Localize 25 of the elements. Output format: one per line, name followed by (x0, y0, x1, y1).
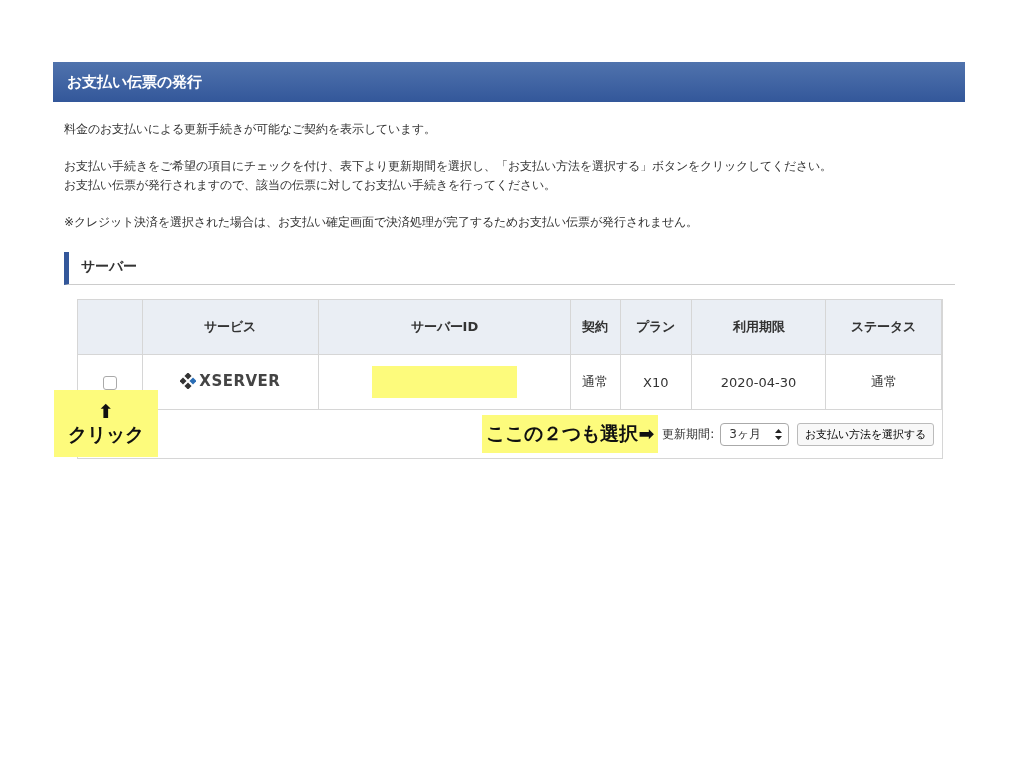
table-cell: X10 (643, 374, 669, 390)
table-cell: 通常 (870, 374, 897, 389)
column-header: 契約 (570, 299, 620, 355)
column-header: サービス (142, 299, 319, 355)
column-header: ステータス (825, 299, 942, 355)
page-header: お支払い伝票の発行 (53, 62, 965, 102)
diamond-logo-icon (180, 373, 197, 389)
section-heading: サーバー (64, 252, 955, 285)
description-text: お支払い伝票が発行されますので、該当の伝票に対してお支払い手続きを行ってください。 (64, 177, 557, 194)
checkbox[interactable] (103, 375, 117, 390)
table-cell: 2020-04-30 (720, 374, 797, 390)
description-text: 料金のお支払いによる更新手続きが可能なご契約を表示しています。 (64, 121, 437, 138)
table-cell: 通常 (582, 374, 609, 389)
select-arrows-icon (775, 428, 782, 440)
description-text: ※クレジット決済を選択された場合は、お支払い確定画面で決済処理が完了するためお支払い伝票が発行されません。 (64, 214, 700, 231)
description-text: お支払い手続きをご希望の項目にチェックを付け、表下より更新期間を選択し、「お支払い方法を選択する」ボタンをクリックしてください。 (64, 158, 833, 175)
annotation-label: ⬆ クリック (54, 390, 158, 457)
period-select[interactable]: 3ヶ月 (720, 422, 789, 446)
period-label: 更新期間: (662, 425, 715, 443)
column-header: サーバーID (318, 299, 571, 355)
column-header: プラン (620, 299, 692, 355)
select-payment-button[interactable]: お支払い方法を選択する (797, 422, 934, 446)
column-header: 利用期限 (691, 299, 826, 355)
annotation-label: ここの２つも選択➡ (482, 415, 659, 453)
service-logo-text: XSERVER (199, 372, 281, 390)
